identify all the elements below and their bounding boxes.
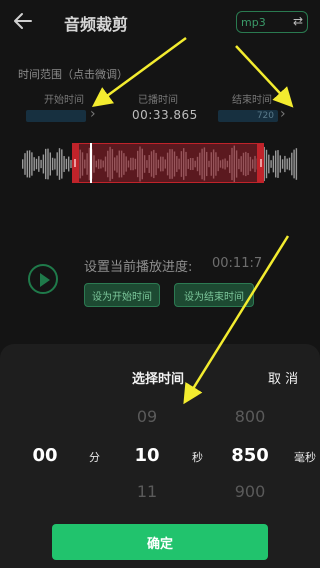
waveform-bar bbox=[28, 150, 31, 178]
progress-value[interactable]: 00:11:7 bbox=[212, 256, 262, 271]
ms-below[interactable]: 900 bbox=[228, 482, 272, 501]
cancel-button[interactable]: 取 消 bbox=[268, 368, 298, 387]
right-handle-icon[interactable]: ‖ bbox=[259, 158, 263, 167]
waveform-bar bbox=[68, 156, 70, 172]
playhead-cursor[interactable] bbox=[90, 143, 92, 183]
ms-unit: 毫秒 bbox=[294, 451, 316, 464]
waveform-bar bbox=[40, 159, 42, 169]
waveform-bar bbox=[265, 149, 268, 179]
start-time-field[interactable] bbox=[26, 110, 86, 122]
played-time-value: 00:33.865 bbox=[132, 108, 198, 122]
waveform-bar bbox=[281, 159, 284, 169]
progress-label: 设置当前播放进度: bbox=[84, 260, 193, 275]
chevron-right-icon[interactable]: › bbox=[280, 106, 286, 122]
waveform-bar bbox=[45, 148, 47, 180]
waveform-bar bbox=[33, 157, 35, 171]
app-header: 音频裁剪 mp3 ⇄ bbox=[0, 0, 320, 44]
waveform-bar bbox=[49, 152, 51, 176]
selection-range[interactable]: ‖ ‖ bbox=[72, 143, 264, 183]
second-above[interactable]: 09 bbox=[132, 407, 162, 426]
played-time-label: 已播时间 bbox=[138, 95, 178, 106]
waveform-bar bbox=[26, 150, 28, 178]
waveform-bar bbox=[279, 155, 281, 173]
play-button[interactable] bbox=[28, 264, 58, 294]
ms-above[interactable]: 800 bbox=[228, 407, 272, 426]
set-end-button[interactable]: 设为结束时间 bbox=[174, 283, 254, 307]
end-time-field[interactable]: 720 bbox=[218, 110, 278, 122]
waveform-bar bbox=[272, 155, 275, 173]
page-title: 音频裁剪 bbox=[64, 15, 129, 34]
waveform-bar bbox=[58, 148, 61, 180]
second-unit: 秒 bbox=[192, 451, 203, 464]
waveform-bar bbox=[284, 155, 286, 173]
waveform-bar bbox=[295, 148, 298, 180]
waveform-bar bbox=[24, 153, 26, 175]
waveform-bar bbox=[288, 157, 291, 171]
waveform-bar bbox=[54, 158, 56, 170]
waveform-bar bbox=[291, 152, 293, 176]
waveform-bar bbox=[270, 160, 272, 168]
waveform-bar bbox=[268, 154, 270, 174]
waveform-bar bbox=[275, 150, 277, 178]
waveform-bar bbox=[38, 156, 40, 172]
waveform-bar bbox=[35, 158, 38, 170]
waveform-bar bbox=[286, 158, 288, 170]
time-range-title: 时间范围（点击微调） bbox=[18, 68, 128, 81]
back-arrow-icon[interactable] bbox=[12, 10, 34, 32]
set-start-button[interactable]: 设为开始时间 bbox=[84, 283, 160, 307]
minute-selected[interactable]: 00 bbox=[30, 445, 60, 466]
start-time-label: 开始时间 bbox=[44, 95, 84, 106]
left-handle-icon[interactable]: ‖ bbox=[73, 158, 77, 167]
waveform-bar bbox=[61, 149, 63, 179]
chevron-right-icon[interactable]: › bbox=[90, 106, 96, 122]
end-time-label: 结束时间 bbox=[232, 95, 272, 106]
sheet-title: 选择时间 bbox=[132, 372, 185, 387]
waveform-bar bbox=[31, 152, 33, 176]
waveform-bar bbox=[51, 157, 54, 171]
play-icon bbox=[40, 273, 50, 287]
confirm-button[interactable]: 确定 bbox=[52, 524, 268, 560]
second-selected[interactable]: 10 bbox=[132, 445, 162, 466]
minute-unit: 分 bbox=[89, 451, 100, 464]
second-below[interactable]: 11 bbox=[132, 482, 162, 501]
waveform-bar bbox=[42, 154, 45, 174]
waveform-bar bbox=[56, 152, 58, 176]
waveform-bar bbox=[65, 158, 68, 170]
waveform-bar bbox=[22, 159, 24, 169]
swap-icon: ⇄ bbox=[292, 14, 303, 28]
waveform-bar bbox=[277, 150, 279, 178]
ms-selected[interactable]: 850 bbox=[228, 445, 272, 466]
waveform-bar bbox=[47, 148, 49, 180]
format-selector[interactable]: mp3 ⇄ bbox=[236, 11, 308, 33]
format-label: mp3 bbox=[241, 15, 266, 29]
waveform-bar bbox=[63, 156, 65, 172]
waveform-bar bbox=[293, 149, 295, 179]
